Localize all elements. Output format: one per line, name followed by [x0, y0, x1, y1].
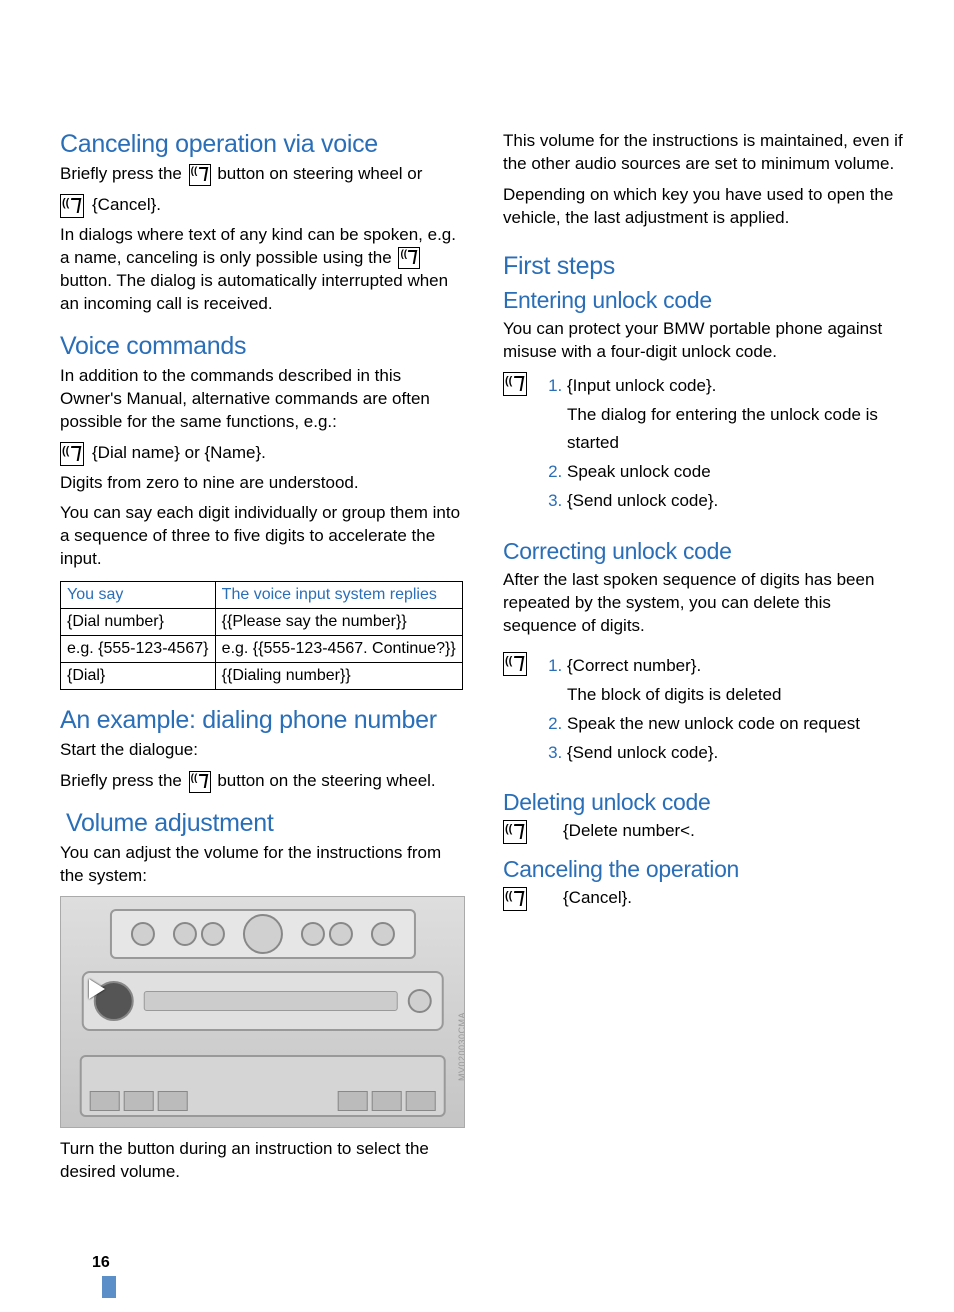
volume-para2: Turn the button during an instruction to… [60, 1138, 463, 1184]
table-row: {Dial number} {{Please say the number}} [61, 609, 463, 636]
left-column: Canceling operation via voice Briefly pr… [60, 130, 463, 1192]
heading-volume: Volume adjustment [66, 809, 463, 838]
delete-command-row: {Delete number<. [503, 820, 906, 844]
correcting-ordered-list: {Correct number}. The block of digits is… [543, 652, 906, 768]
list-item: {Send unlock code}. [567, 739, 906, 768]
voice-icon [60, 442, 84, 466]
voice-command-text: {Dial name} or {Name}. [92, 442, 266, 465]
table-row: {Dial} {{Dialing number}} [61, 663, 463, 690]
heading-voice-commands: Voice commands [60, 332, 463, 361]
example-para1: Start the dialogue: [60, 739, 463, 762]
heading-first-steps: First steps [503, 252, 906, 281]
page-tab-marker [102, 1276, 116, 1298]
cancel-command-text: {Cancel}. [92, 194, 161, 217]
correcting-list-block: {Correct number}. The block of digits is… [503, 652, 906, 778]
list-item: Speak the new unlock code on request [567, 710, 906, 739]
voice-para3: You can say each digit individually or g… [60, 502, 463, 571]
heading-deleting-code: Deleting unlock code [503, 789, 906, 816]
heading-canceling: Canceling operation via voice [60, 130, 463, 159]
voice-icon [503, 652, 527, 676]
heading-canceling-operation: Canceling the operation [503, 856, 906, 883]
cancel-command-row: {Cancel}. [60, 194, 463, 218]
table-row: e.g. {555-123-4567} e.g. {{555-123-4567.… [61, 636, 463, 663]
list-item: {Input unlock code}. The dialog for ente… [567, 372, 906, 459]
table-header-replies: The voice input system replies [215, 582, 462, 609]
volume-para1: You can adjust the volume for the instru… [60, 842, 463, 888]
voice-command-row: {Dial name} or {Name}. [60, 442, 463, 466]
voice-icon [503, 372, 527, 396]
delete-command-text: {Delete number<. [535, 820, 695, 843]
heading-entering-code: Entering unlock code [503, 287, 906, 314]
right-column: This volume for the instructions is main… [503, 130, 906, 1192]
heading-correcting-code: Correcting unlock code [503, 538, 906, 565]
voice-dialog-table: You say The voice input system replies {… [60, 581, 463, 690]
cancel-para2: In dialogs where text of any kind can be… [60, 224, 463, 316]
entering-para1: You can protect your BMW portable phone … [503, 318, 906, 364]
page-number: 16 [92, 1254, 110, 1272]
correcting-para1: After the last spoken sequence of digits… [503, 569, 906, 638]
voice-para1: In addition to the commands described in… [60, 365, 463, 434]
voice-button-icon [189, 164, 211, 186]
voice-icon [503, 820, 527, 844]
voice-para2: Digits from zero to nine are understood. [60, 472, 463, 495]
voice-icon [60, 194, 84, 218]
example-para2: Briefly press the button on the steering… [60, 770, 463, 793]
intro-para2: Depending on which key you have used to … [503, 184, 906, 230]
dashboard-illustration: MV020030CMA [60, 896, 465, 1128]
entering-ordered-list: {Input unlock code}. The dialog for ente… [543, 372, 906, 516]
voice-button-icon [398, 247, 420, 269]
entering-list-block: {Input unlock code}. The dialog for ente… [503, 372, 906, 526]
cancelop-command-row: {Cancel}. [503, 887, 906, 911]
cancelop-command-text: {Cancel}. [535, 887, 632, 910]
list-item: Speak unlock code [567, 458, 906, 487]
list-item: {Correct number}. The block of digits is… [567, 652, 906, 710]
voice-button-icon [189, 771, 211, 793]
voice-icon [503, 887, 527, 911]
cancel-para1: Briefly press the button on steering whe… [60, 163, 463, 186]
intro-para1: This volume for the instructions is main… [503, 130, 906, 176]
volume-arrow-indicator [89, 979, 139, 1019]
table-header-yousay: You say [61, 582, 216, 609]
heading-example: An example: dialing phone number [60, 706, 463, 735]
list-item: {Send unlock code}. [567, 487, 906, 516]
image-code: MV020030CMA [457, 1012, 465, 1081]
